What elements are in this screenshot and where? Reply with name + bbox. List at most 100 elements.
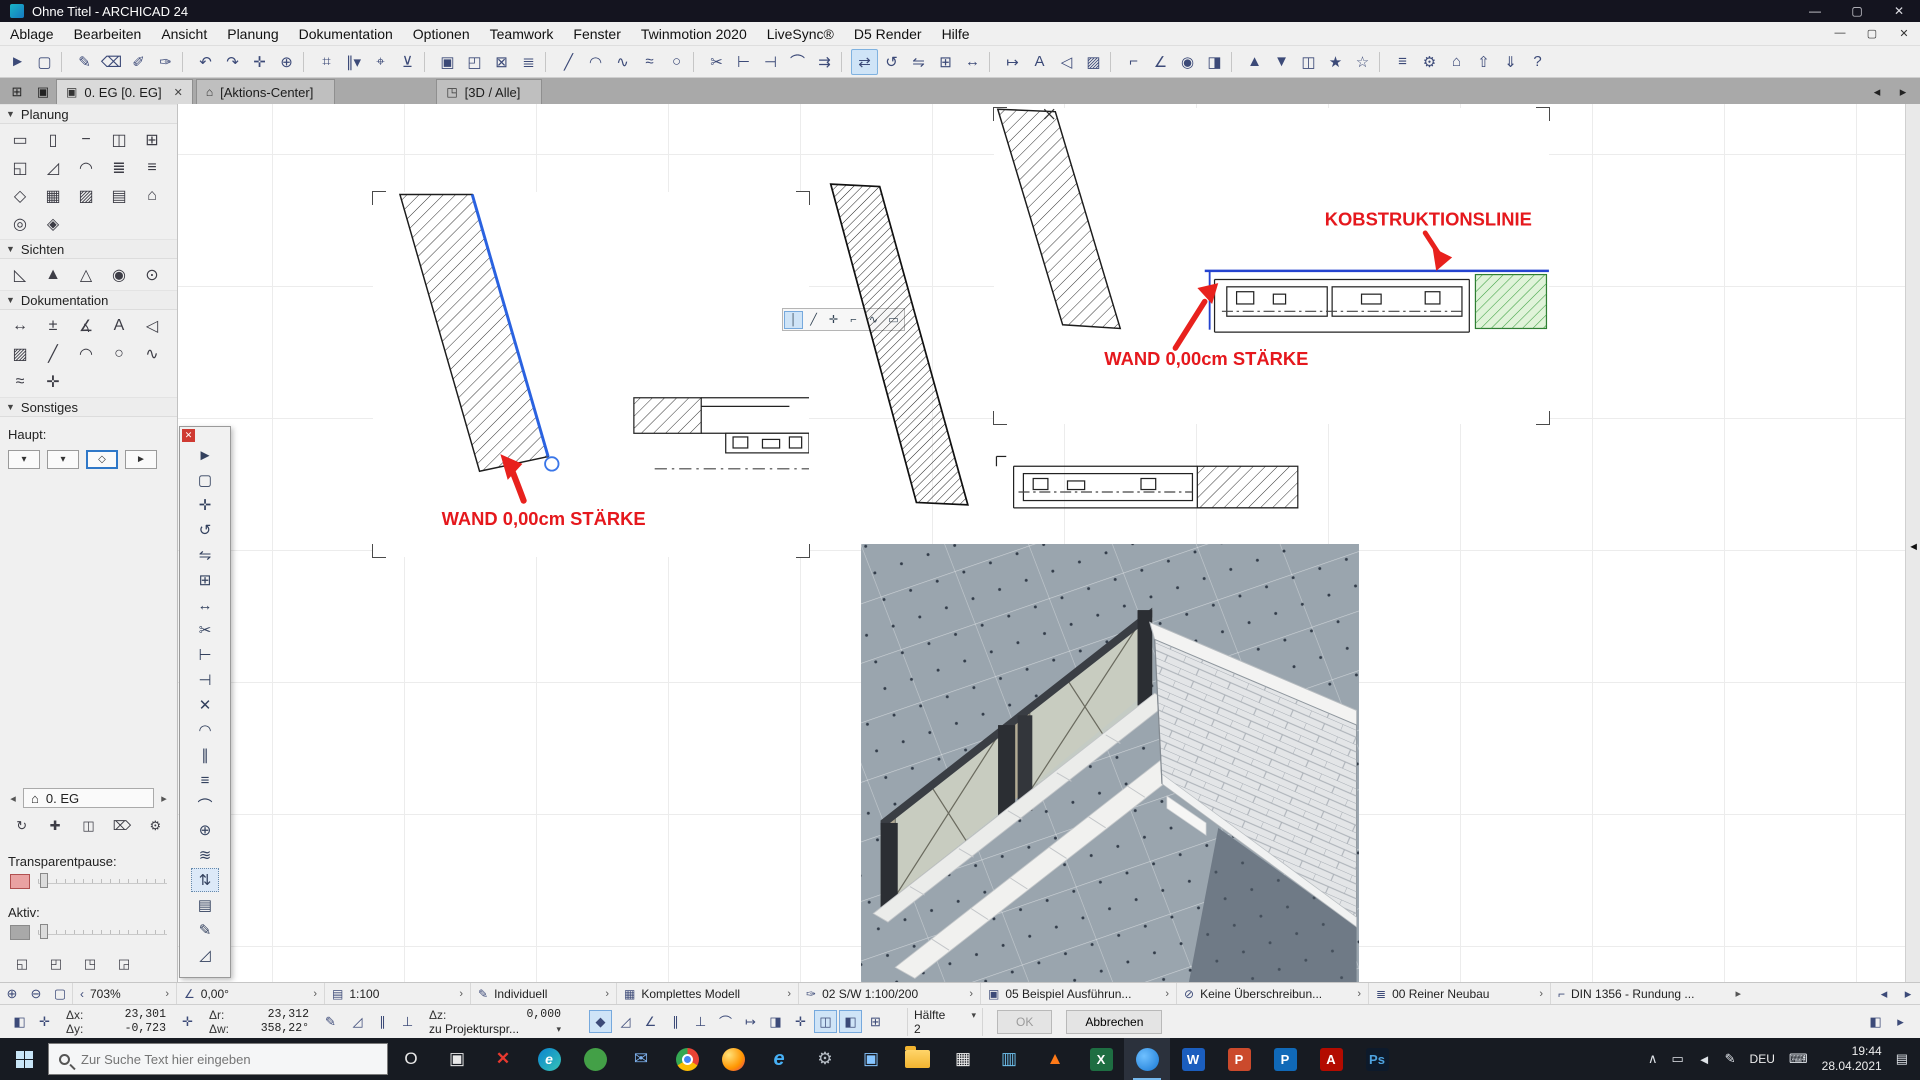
chart-app-icon[interactable]: ▥ bbox=[986, 1038, 1032, 1080]
pet-offset-all-icon[interactable]: ≡ bbox=[191, 768, 219, 792]
snap-perp-icon[interactable]: ⊥ bbox=[689, 1010, 712, 1033]
undo-icon[interactable]: ↶ bbox=[192, 49, 219, 75]
flame-app-icon[interactable]: ▲ bbox=[1032, 1038, 1078, 1080]
toolbar-separator[interactable] bbox=[1110, 51, 1117, 72]
line-tool[interactable]: ╱ bbox=[37, 340, 69, 367]
menu-ansicht[interactable]: Ansicht bbox=[151, 22, 217, 45]
pet-marquee-icon[interactable]: ▢ bbox=[191, 468, 219, 492]
menu-teamwork[interactable]: Teamwork bbox=[480, 22, 564, 45]
settings-icon[interactable]: ⚙ bbox=[1416, 49, 1443, 75]
relative-coords-icon[interactable]: ✎ bbox=[319, 1010, 342, 1033]
teamwork-send-icon[interactable]: ⇧ bbox=[1470, 49, 1497, 75]
menu-d5render[interactable]: D5 Render bbox=[844, 22, 932, 45]
menu-bearbeiten[interactable]: Bearbeiten bbox=[64, 22, 152, 45]
line-tool-icon[interactable]: ╱ bbox=[555, 49, 582, 75]
interior-elevation-tool[interactable]: △ bbox=[70, 261, 102, 288]
teamwork-receive-icon[interactable]: ⇓ bbox=[1497, 49, 1524, 75]
layout-view-icon[interactable]: ◲ bbox=[112, 954, 136, 974]
doc-close-button[interactable]: ✕ bbox=[1888, 27, 1920, 40]
pet-drag-icon[interactable]: ✛ bbox=[191, 493, 219, 517]
draft-line-icon[interactable]: │ bbox=[784, 310, 803, 329]
polyline-tool[interactable]: ∿ bbox=[136, 340, 168, 367]
menu-livesync[interactable]: LiveSync® bbox=[757, 22, 844, 45]
shell-tool[interactable]: ◠ bbox=[70, 154, 102, 181]
arc-tool[interactable]: ◠ bbox=[70, 340, 102, 367]
mirror-icon[interactable]: ⇋ bbox=[905, 49, 932, 75]
story-down-icon[interactable]: ▼ bbox=[1268, 49, 1295, 75]
trim-icon[interactable]: ✂ bbox=[703, 49, 730, 75]
lamp-tool[interactable]: ◎ bbox=[4, 210, 36, 237]
z-coordinate-display[interactable]: Δz: 0,000 zu Projekturspr... ▾ bbox=[429, 1008, 561, 1036]
opera-icon[interactable]: O bbox=[388, 1038, 434, 1080]
tab-action-center[interactable]: ⌂ [Aktions-Center] bbox=[195, 79, 336, 104]
stretch-icon[interactable]: ↔ bbox=[959, 49, 986, 75]
story-settings-icon[interactable]: ⚙ bbox=[144, 816, 167, 836]
pet-fillet-icon[interactable]: ◠ bbox=[191, 718, 219, 742]
zoom-in-icon[interactable]: ⊕ bbox=[0, 986, 24, 1002]
slider-knob[interactable] bbox=[40, 924, 48, 939]
delete-icon[interactable]: ⌦ bbox=[110, 816, 133, 836]
toolbar-separator[interactable] bbox=[989, 51, 996, 72]
hatched-wall[interactable] bbox=[398, 193, 550, 473]
calculator-icon[interactable]: ▦ bbox=[940, 1038, 986, 1080]
story-selector[interactable]: ⌂ 0. EG bbox=[23, 788, 154, 808]
pen-set[interactable]: ✑ 02 S/W 1:100/200 › bbox=[798, 983, 980, 1004]
firefox-icon[interactable] bbox=[710, 1038, 756, 1080]
lock-icon[interactable]: ⊠ bbox=[488, 49, 515, 75]
layer[interactable]: ≣ 00 Reiner Neubau › bbox=[1368, 983, 1550, 1004]
fill-tool[interactable]: ▨ bbox=[4, 340, 36, 367]
pet-stretch-icon[interactable]: ↔ bbox=[191, 593, 219, 617]
photoshop-icon[interactable]: Ps bbox=[1354, 1038, 1400, 1080]
wall-tool[interactable]: ▭ bbox=[4, 126, 36, 153]
pen-icon[interactable]: ✎ bbox=[71, 49, 98, 75]
draft-slash-icon[interactable]: ╱ bbox=[804, 311, 823, 329]
orientation[interactable]: ∠ 0,00° › bbox=[176, 983, 324, 1004]
toolbar-separator[interactable] bbox=[61, 51, 68, 72]
zoom-level[interactable]: ‹ 703% › bbox=[72, 983, 176, 1004]
snap-cross-icon[interactable]: ✛ bbox=[789, 1010, 812, 1033]
snap-diamond-icon[interactable]: ◆ bbox=[589, 1010, 612, 1033]
beam-tool[interactable]: − bbox=[70, 126, 102, 153]
level-dimension-tool[interactable]: ± bbox=[37, 312, 69, 339]
cancel-button[interactable]: Abbrechen bbox=[1066, 1009, 1163, 1034]
toolbar-separator[interactable] bbox=[693, 51, 700, 72]
status-next-icon[interactable]: ▸ bbox=[1896, 986, 1920, 1002]
story-next-icon[interactable]: ▸ bbox=[157, 792, 171, 805]
hatched-wall[interactable] bbox=[996, 108, 1122, 330]
single-view-icon[interactable]: ◰ bbox=[44, 954, 68, 974]
pan-icon[interactable]: ✛ bbox=[246, 49, 273, 75]
next-tab-icon[interactable]: ▸ bbox=[1890, 79, 1916, 104]
explorer-icon[interactable] bbox=[894, 1038, 940, 1080]
refresh-icon[interactable]: ↻ bbox=[10, 816, 33, 836]
active-color-swatch[interactable] bbox=[10, 925, 30, 940]
menu-fenster[interactable]: Fenster bbox=[563, 22, 630, 45]
layer-combination[interactable]: ▣ 05 Beispiel Ausführun... › bbox=[980, 983, 1176, 1004]
toolbox-arrow-icon[interactable]: ► bbox=[125, 450, 157, 469]
task-view-icon[interactable]: ▣ bbox=[434, 1038, 480, 1080]
pet-rotate-icon[interactable]: ↺ bbox=[191, 518, 219, 542]
pet-pen-icon[interactable]: ✎ bbox=[191, 918, 219, 942]
fill-icon[interactable]: ▨ bbox=[1080, 49, 1107, 75]
red-x-app-icon[interactable]: ✕ bbox=[480, 1038, 526, 1080]
pet-intersect-icon[interactable]: ✕ bbox=[191, 693, 219, 717]
acrobat-icon[interactable]: A bbox=[1308, 1038, 1354, 1080]
suspend-groups-icon[interactable]: ◰ bbox=[461, 49, 488, 75]
pet-curve-edge-icon[interactable]: ⌒ bbox=[191, 793, 219, 817]
window-assembly-detail[interactable] bbox=[995, 455, 1299, 509]
label-tool[interactable]: ◁ bbox=[136, 312, 168, 339]
toolbar-separator[interactable] bbox=[545, 51, 552, 72]
chrome-icon[interactable] bbox=[664, 1038, 710, 1080]
tab-3d[interactable]: ◳ [3D / Alle] bbox=[436, 79, 543, 104]
pet-mirror-icon[interactable]: ⇋ bbox=[191, 543, 219, 567]
photos-icon[interactable]: ▣ bbox=[848, 1038, 894, 1080]
circle-tool[interactable]: ○ bbox=[103, 340, 135, 367]
libraries-icon[interactable]: ⌂ bbox=[1443, 49, 1470, 75]
favorites-icon[interactable]: ☆ bbox=[1349, 49, 1376, 75]
trace-color-swatch[interactable] bbox=[10, 874, 30, 889]
search-input[interactable] bbox=[79, 1050, 377, 1068]
toolbar-separator[interactable] bbox=[1231, 51, 1238, 72]
redo-icon[interactable]: ↷ bbox=[219, 49, 246, 75]
powerpoint-icon[interactable]: P bbox=[1216, 1038, 1262, 1080]
favorites-combo[interactable]: ▾ bbox=[47, 450, 79, 469]
pet-offset-icon[interactable]: ∥ bbox=[191, 743, 219, 767]
